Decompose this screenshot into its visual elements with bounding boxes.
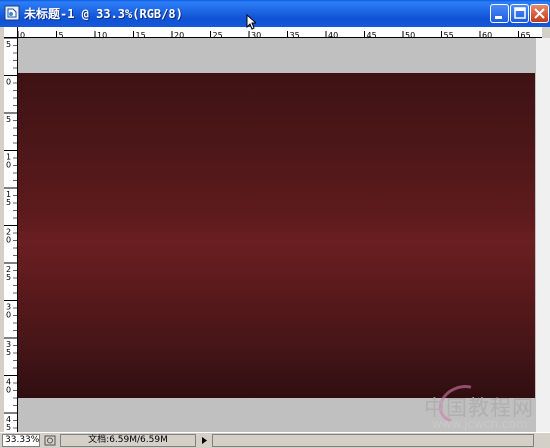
close-icon bbox=[534, 8, 545, 19]
ruler-label: 0 bbox=[20, 31, 25, 38]
ruler-label: 35 bbox=[290, 31, 300, 38]
ruler-label: 15 bbox=[136, 31, 146, 38]
site-watermark: 中国教程网 www.jcwcn.com bbox=[424, 377, 548, 432]
zoom-level-field[interactable]: 33.33% bbox=[2, 434, 40, 447]
window-title: 未标题-1 @ 33.3%(RGB/8) bbox=[24, 7, 183, 21]
ruler-label: 0 bbox=[6, 386, 11, 395]
document-status-icon[interactable] bbox=[44, 435, 56, 446]
status-bar: 33.33% 文档:6.59M/6.59M bbox=[0, 432, 550, 448]
ruler-label: 30 bbox=[251, 31, 261, 38]
mouse-cursor-icon bbox=[246, 14, 256, 30]
document-window: 未标题-1 @ 33.3%(RGB/8) 0 5 10 15 20 25 30 35 40 45 5… bbox=[0, 0, 550, 448]
ruler-label: 10 bbox=[97, 31, 107, 38]
ruler-label: 5 bbox=[6, 198, 11, 207]
ruler-label: 5 bbox=[6, 115, 11, 124]
ruler-label: 5 bbox=[59, 31, 64, 38]
vertical-ruler-ticks: 5051015202530354045 bbox=[4, 38, 17, 432]
ruler-label: 55 bbox=[444, 31, 454, 38]
horizontal-ruler-ticks: 0 5 10 15 20 25 30 35 40 45 50 55 60 65 bbox=[18, 31, 531, 38]
ruler-label: 0 bbox=[6, 161, 11, 170]
vertical-scrollbar[interactable] bbox=[535, 38, 550, 432]
ruler-label: 0 bbox=[6, 236, 11, 245]
minimize-icon bbox=[495, 16, 502, 19]
horizontal-scrollbar[interactable] bbox=[212, 434, 534, 447]
ruler-label: 5 bbox=[6, 348, 11, 357]
close-button[interactable] bbox=[530, 4, 549, 23]
ruler-origin[interactable] bbox=[4, 27, 18, 38]
minimize-button[interactable] bbox=[490, 4, 509, 23]
image-canvas[interactable] bbox=[18, 73, 535, 398]
status-menu-arrow-icon[interactable] bbox=[199, 435, 209, 446]
horizontal-ruler[interactable]: 0 5 10 15 20 25 30 35 40 45 50 55 60 65 bbox=[18, 27, 542, 38]
watermark-url: www.jcwcn.com bbox=[432, 417, 528, 431]
document-size-info: 文档:6.59M/6.59M bbox=[60, 434, 196, 447]
ruler-label: 50 bbox=[405, 31, 415, 38]
vertical-ruler[interactable]: 5051015202530354045 bbox=[4, 38, 18, 432]
ruler-label: 5 bbox=[6, 273, 11, 282]
title-bar[interactable]: 未标题-1 @ 33.3%(RGB/8) bbox=[0, 0, 550, 27]
pasteboard[interactable] bbox=[18, 38, 535, 432]
ruler-label: 40 bbox=[328, 31, 338, 38]
maximize-button[interactable] bbox=[510, 4, 529, 23]
ruler-label: 60 bbox=[482, 31, 492, 38]
ruler-label: 5 bbox=[6, 40, 11, 49]
ruler-label: 20 bbox=[174, 31, 184, 38]
ruler-label: 25 bbox=[213, 31, 223, 38]
ruler-label: 5 bbox=[6, 423, 11, 432]
ruler-label: 45 bbox=[367, 31, 377, 38]
ruler-label: 0 bbox=[6, 311, 11, 320]
ruler-label: 65 bbox=[521, 31, 531, 38]
maximize-icon bbox=[514, 7, 526, 19]
ruler-label: 0 bbox=[6, 78, 11, 87]
photoshop-document-icon bbox=[4, 5, 20, 21]
